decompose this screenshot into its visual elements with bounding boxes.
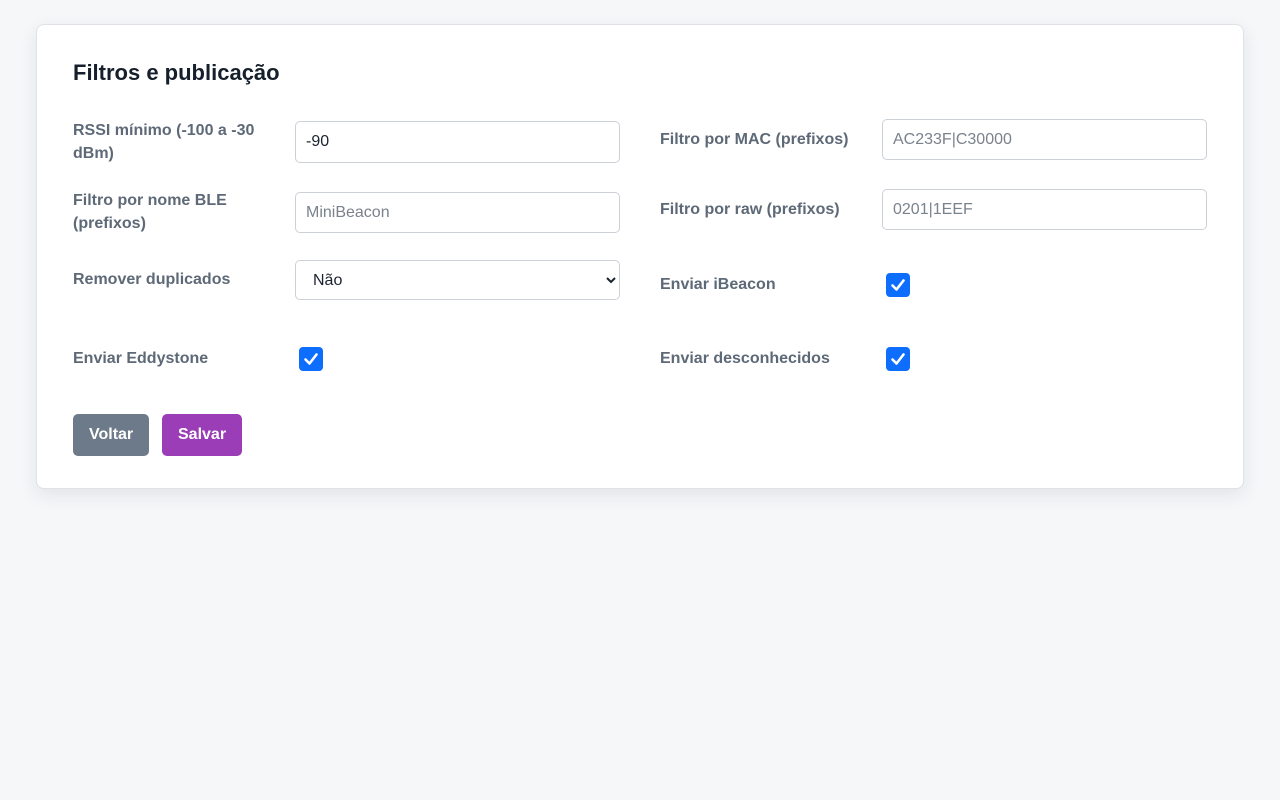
mac-filter-input[interactable] bbox=[882, 119, 1207, 160]
name-filter-label: Filtro por nome BLE (prefixos) bbox=[73, 192, 227, 232]
filters-card: Filtros e publicação RSSI mínimo (-100 a… bbox=[36, 24, 1244, 489]
eddystone-label: Enviar Eddystone bbox=[73, 350, 209, 367]
dedupe-select[interactable]: Não bbox=[295, 260, 620, 300]
raw-filter-input[interactable] bbox=[882, 189, 1207, 230]
ibeacon-checkbox[interactable] bbox=[886, 273, 910, 297]
save-button[interactable]: Salvar bbox=[162, 414, 242, 456]
checkmark-icon bbox=[891, 353, 905, 365]
unknown-label: Enviar desconhecidos bbox=[660, 350, 830, 367]
back-button[interactable]: Voltar bbox=[73, 414, 149, 456]
rssi-label: RSSI mínimo (-100 a -30 dBm) bbox=[73, 122, 255, 162]
name-filter-input[interactable] bbox=[295, 192, 620, 233]
ibeacon-label: Enviar iBeacon bbox=[660, 276, 776, 293]
eddystone-checkbox[interactable] bbox=[299, 347, 323, 371]
dedupe-label: Remover duplicados bbox=[73, 271, 231, 288]
page-title: Filtros e publicação bbox=[73, 60, 280, 85]
unknown-checkbox[interactable] bbox=[886, 347, 910, 371]
checkmark-icon bbox=[891, 279, 905, 291]
rssi-input[interactable] bbox=[295, 121, 620, 163]
checkmark-icon bbox=[304, 353, 318, 365]
mac-filter-label: Filtro por MAC (prefixos) bbox=[660, 131, 849, 148]
raw-filter-label: Filtro por raw (prefixos) bbox=[660, 201, 840, 218]
